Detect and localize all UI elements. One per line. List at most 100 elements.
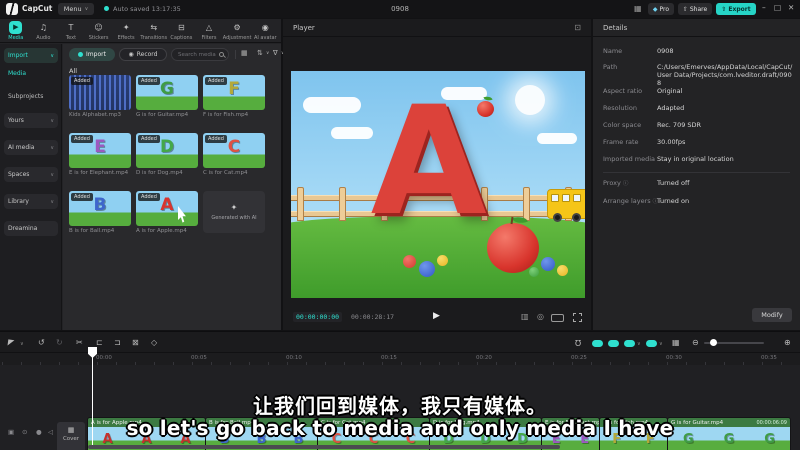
undo-icon[interactable]: ↺ xyxy=(38,338,45,347)
timeline-zoom-slider[interactable] xyxy=(704,339,764,346)
chevron-down-icon[interactable]: ∨ xyxy=(659,340,663,349)
sidebar-item-spaces[interactable]: Spaces ∨ xyxy=(4,167,58,182)
field-value-color-space[interactable]: Rec. 709 SDR xyxy=(657,121,793,129)
field-label: Aspect ratio xyxy=(603,87,643,95)
layout-icon[interactable]: ▦ xyxy=(634,4,642,14)
media-item-a-apple[interactable]: Added A A is for Apple.mp4 xyxy=(136,191,198,234)
tab-transitions[interactable]: ⇆ Transitions xyxy=(140,20,168,42)
media-item-g-guitar[interactable]: Added G G is for Guitar.mp4 xyxy=(136,75,198,118)
sort-icon[interactable]: ⇅ xyxy=(257,49,263,57)
player-panel: Player ⊡ A 00:00:00:00 00:00:28:17 ▶ ▥ ◎ xyxy=(283,19,591,330)
field-value-aspect-ratio[interactable]: Original xyxy=(657,87,793,95)
play-button[interactable]: ▶ xyxy=(433,311,440,321)
quality-icon[interactable] xyxy=(551,314,564,322)
magnet-icon[interactable]: Ω xyxy=(575,338,581,347)
chevron-down-icon: ∨ xyxy=(50,198,54,205)
sidebar-item-dreamina[interactable]: Dreamina xyxy=(4,221,58,236)
delete-right-icon[interactable]: ⊐ xyxy=(114,338,121,347)
field-value-arrange-layers[interactable]: Turned on xyxy=(657,197,793,205)
grid-view-icon[interactable]: ▦ xyxy=(241,49,248,57)
timeline-toolbar: ◤ ∨ ↺ ↻ ✂ ⊏ ⊐ ⊠ ◇ Ω ∨ ∨ ▦ ⊖ ⊕ xyxy=(0,332,800,353)
media-item-d-dog[interactable]: Added D D is for Dog.mp4 xyxy=(136,133,198,176)
timeline-ruler[interactable]: 00:00 00:05 00:10 00:15 00:20 00:25 00:3… xyxy=(0,353,800,365)
ratio-icon[interactable]: ▥ xyxy=(521,312,529,321)
ball-graphic xyxy=(541,257,555,271)
delete-icon[interactable]: ⊠ xyxy=(132,338,139,347)
sidebar-item-import[interactable]: Import ∨ xyxy=(4,48,58,63)
chevron-down-icon: ∨ xyxy=(266,51,270,56)
auto-ripple-icon[interactable] xyxy=(624,340,635,347)
pro-button[interactable]: ◆ Pro xyxy=(648,3,674,15)
tab-ai-avatar[interactable]: ◉ AI avatar xyxy=(251,20,279,42)
chevron-down-icon[interactable]: ∨ xyxy=(20,340,24,349)
zoom-out-icon[interactable]: ⊖ xyxy=(692,338,699,347)
video-preview: A xyxy=(291,71,585,298)
field-value-proxy[interactable]: Turned off xyxy=(657,179,793,187)
media-sidebar: Import ∨ Media Subprojects Yours ∨ AI me… xyxy=(0,44,62,330)
field-label: Imported media xyxy=(603,155,656,163)
share-button[interactable]: ⇧ Share xyxy=(678,3,712,15)
record-button[interactable]: ◉ Record xyxy=(119,48,167,61)
filter-icon[interactable]: ∇ xyxy=(273,49,278,57)
tab-filters[interactable]: △ Filters xyxy=(195,20,223,42)
fullscreen-icon[interactable] xyxy=(573,313,582,322)
timeline-horizontal-scrollbar[interactable] xyxy=(88,445,560,449)
media-item-e-elephant[interactable]: Added E E is for Elephant.mp4 xyxy=(69,133,131,176)
field-label: Name xyxy=(603,47,623,55)
tab-stickers[interactable]: ☺ Stickers xyxy=(85,20,113,42)
sidebar-item-subprojects[interactable]: Subprojects xyxy=(8,93,43,100)
share-label: Share xyxy=(689,5,708,13)
export-button[interactable]: ⇧ Export xyxy=(716,3,756,15)
zoom-slider-knob[interactable] xyxy=(710,339,717,346)
redo-icon[interactable]: ↻ xyxy=(56,338,63,347)
small-apple-graphic xyxy=(477,94,494,117)
minimize-button[interactable]: – xyxy=(762,3,766,12)
panel-options-icon[interactable]: ⊡ xyxy=(574,23,581,32)
link-toggle-icon[interactable] xyxy=(592,340,603,347)
tab-adjustment[interactable]: ⚙ Adjustment xyxy=(223,20,252,42)
main-track-magnet-icon[interactable] xyxy=(608,340,619,347)
tab-audio[interactable]: ♫ Audio xyxy=(30,20,58,42)
total-time: 00:00:28:17 xyxy=(351,313,395,321)
chevron-down-icon[interactable]: ∨ xyxy=(637,340,641,349)
generated-with-ai-tile[interactable]: ✦ Generated with AI xyxy=(203,191,265,233)
ruler-label: 00:20 xyxy=(476,355,492,361)
media-item-c-cat[interactable]: Added C C is for Cat.mp4 xyxy=(203,133,265,176)
media-item-b-ball[interactable]: Added B B is for Ball.mp4 xyxy=(69,191,131,234)
import-button[interactable]: Import xyxy=(69,48,115,61)
track-link-icon[interactable] xyxy=(646,340,657,347)
subtitle-chinese: 让我们回到媒体，我只有媒体。 xyxy=(253,394,547,418)
split-icon[interactable]: ✂ xyxy=(76,338,83,347)
close-button[interactable]: ✕ xyxy=(788,3,794,12)
select-tool-icon[interactable]: ◤ xyxy=(7,338,14,348)
sidebar-item-yours[interactable]: Yours ∨ xyxy=(4,113,58,128)
field-value-imported-media[interactable]: Stay in original location xyxy=(657,155,793,163)
field-value-resolution[interactable]: Adapted xyxy=(657,104,793,112)
ruler-label: 00:30 xyxy=(666,355,682,361)
preview-frame-icon[interactable]: ▦ xyxy=(672,338,680,347)
media-item-f-fish[interactable]: Added F F is for Fish.mp4 xyxy=(203,75,265,118)
sidebar-item-media[interactable]: Media xyxy=(8,70,26,77)
filters-icon: △ xyxy=(205,23,213,32)
filter-all-label[interactable]: All xyxy=(69,67,77,75)
field-label: Frame rate xyxy=(603,138,639,146)
modify-button[interactable]: Modify xyxy=(752,308,792,322)
school-bus-graphic xyxy=(547,189,585,222)
adjustment-icon: ⚙ xyxy=(233,23,241,32)
tab-captions[interactable]: ⊟ Captions xyxy=(168,20,196,42)
delete-left-icon[interactable]: ⊏ xyxy=(96,338,103,347)
field-value-frame-rate[interactable]: 30.00fps xyxy=(657,138,793,146)
media-item-kids-alphabet[interactable]: Added Kids Alphabet.mp3 xyxy=(69,75,131,118)
share-icon: ⇧ xyxy=(682,5,688,13)
sidebar-item-library[interactable]: Library ∨ xyxy=(4,194,58,209)
tab-effects[interactable]: ✦ Effects xyxy=(112,20,140,42)
maximize-button[interactable]: □ xyxy=(774,3,781,12)
tab-media[interactable]: ▶ Media xyxy=(2,20,30,42)
tab-text[interactable]: T Text xyxy=(57,20,85,42)
snapshot-icon[interactable]: ◎ xyxy=(537,312,544,321)
pro-diamond-icon: ◆ xyxy=(652,5,658,13)
sidebar-item-ai-media[interactable]: AI media ∨ xyxy=(4,140,58,155)
zoom-in-icon[interactable]: ⊕ xyxy=(784,338,791,347)
fence-post xyxy=(339,187,346,221)
keyframe-icon[interactable]: ◇ xyxy=(151,338,157,347)
